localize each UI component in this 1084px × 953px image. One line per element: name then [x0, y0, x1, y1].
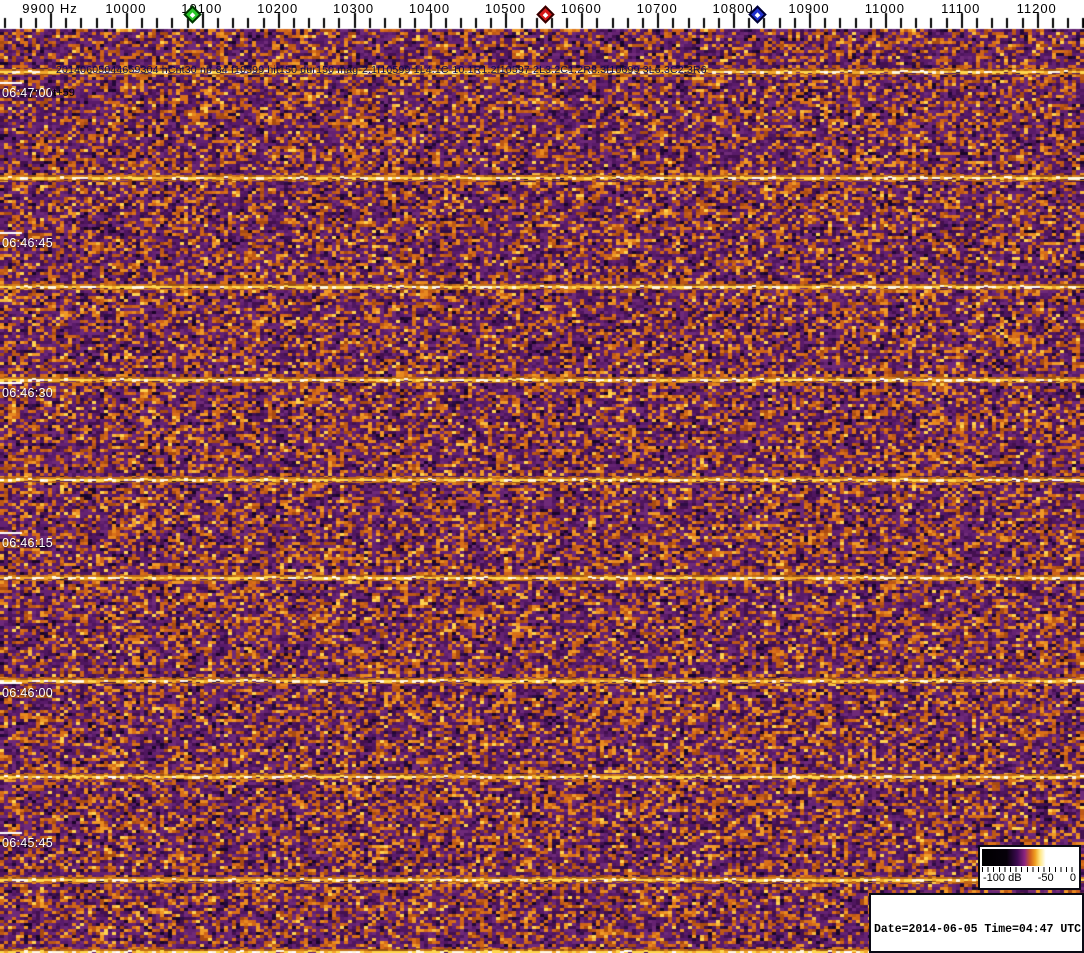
freq-label-10700: 10700 — [636, 1, 678, 16]
detection-annotation: 20140605044659304 hCnt30 nb-84 f10599 hi… — [56, 64, 707, 76]
info-date-time: Date=2014-06-05 Time=04:47 UTC — [874, 923, 1082, 937]
colorbar-label-max: 0 — [1069, 872, 1076, 884]
marker-center-dot — [542, 11, 549, 18]
freq-label-10000: 10000 — [105, 1, 147, 16]
colorbar-label-mid: -50 — [1037, 872, 1054, 884]
freq-label-11100: 11100 — [941, 1, 981, 16]
colorbar-gradient — [982, 849, 1077, 866]
time-label-06-46-30: 06:46:30 — [2, 386, 54, 400]
spectrogram-canvas[interactable] — [0, 0, 1084, 953]
freq-label-10600: 10600 — [560, 1, 602, 16]
freq-label-10200: 10200 — [257, 1, 299, 16]
freq-label-11200: 11200 — [1016, 1, 1057, 16]
freq-label-11000: 11000 — [864, 1, 905, 16]
freq-label-10400: 10400 — [408, 1, 451, 16]
time-label-06-46-45: 06:46:45 — [2, 236, 54, 250]
freq-label-10300: 10300 — [333, 1, 375, 16]
marker-center-dot — [189, 11, 196, 18]
freq-label-10500: 10500 — [484, 1, 526, 16]
freq-label-10900: 10900 — [788, 1, 830, 16]
colorbar-label-min: -100 dB — [983, 872, 1022, 884]
time-label-06-45-45: 06:45:45 — [2, 836, 54, 850]
time-label-06-46-15: 06:46:15 — [2, 536, 54, 550]
time-label-06-47-00: 06:47:00 — [2, 86, 54, 100]
time-label-06-46-00: 06:46:00 — [2, 686, 54, 700]
colorbar: -100 dB -50 0 — [978, 845, 1081, 890]
spectrogram-app: 9900 Hz 10000 10100 10200 10300 10400 10500 106… — [0, 0, 1084, 953]
observation-info-box: Date=2014-06-05 Time=04:47 UTC Freq=143 … — [869, 893, 1084, 953]
freq-label-9900: 9900 Hz — [22, 1, 78, 16]
colorbar-labels: -100 dB -50 0 — [983, 872, 1076, 884]
marker-center-dot — [754, 11, 761, 18]
cursor-time-offset-label: ^t+59 — [48, 87, 75, 99]
